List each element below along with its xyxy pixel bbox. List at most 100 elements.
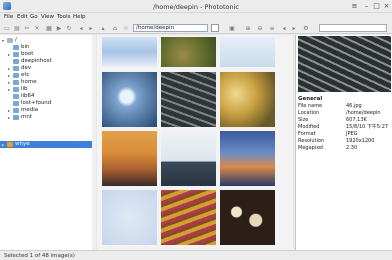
info-value: /home/deepin [346, 110, 381, 116]
cut-icon[interactable]: ✂ [23, 24, 31, 32]
info-key: Megapixel [298, 145, 324, 151]
path-input[interactable]: /home/deepin [133, 24, 208, 32]
expand-icon[interactable]: ▸ [7, 86, 11, 93]
info-row: Format JPEG [298, 131, 392, 138]
tree-item-label: lib [21, 86, 28, 92]
sort-icon[interactable]: ≡ [268, 24, 276, 32]
bookmark-icon[interactable]: ☆ [122, 24, 130, 32]
expand-icon[interactable]: ▸ [7, 65, 11, 72]
info-row: Location/home/deepin [298, 110, 392, 117]
info-value: 2.30 [346, 145, 358, 151]
menu-view[interactable]: View [41, 14, 54, 20]
close-icon[interactable]: × [381, 1, 392, 11]
tree-root[interactable]: ▾ / [0, 37, 92, 44]
menu-tools[interactable]: Tools [57, 14, 71, 20]
tree-item[interactable]: ▸ mnt [0, 114, 92, 121]
thumbnail-clouds[interactable] [102, 37, 157, 67]
info-row: Size 607.13K [298, 117, 392, 124]
tree-item[interactable]: bin [0, 44, 92, 51]
thumbnail-city[interactable] [220, 131, 275, 186]
folder-icon [13, 59, 19, 64]
tree-item[interactable]: ▸ lib [0, 86, 92, 93]
tree-item[interactable]: deepinhost [0, 58, 92, 65]
expand-icon[interactable]: ▸ [7, 51, 11, 58]
search-input[interactable] [319, 24, 387, 32]
thumbnail-bench[interactable] [161, 72, 216, 127]
info-key: Resolution [298, 138, 325, 144]
thumbnail-sky[interactable] [220, 37, 275, 67]
toolbar: ▭ ▤ ✂ ✕ ▦ ▶ ↻ ◂ ▸ ▴ ⌂ ☆ /home/deepin ▣ ⊕… [0, 22, 392, 34]
menu-go[interactable]: Go [30, 14, 38, 20]
tree-scrollbar[interactable] [92, 35, 96, 250]
thumbnail-size-icon[interactable]: ▣ [228, 24, 236, 32]
collapse-icon[interactable]: ▾ [1, 37, 5, 44]
image-preview [298, 36, 391, 92]
expand-icon[interactable]: ▸ [7, 114, 11, 121]
tree-item[interactable]: ▸ etc [0, 72, 92, 79]
title-bar: /home/deepin - Phototonic ≡ – □ × [0, 0, 392, 13]
thumbnail-blossom[interactable] [102, 72, 157, 127]
up-icon[interactable]: ▴ [99, 24, 107, 32]
thumbnail-lanterns[interactable] [220, 190, 275, 245]
info-row: Modified 15/8/10 下午5:27 [298, 124, 392, 131]
expand-icon[interactable]: ▸ [7, 107, 11, 114]
menu-help[interactable]: Help [73, 14, 86, 20]
copy-icon[interactable]: ▤ [13, 24, 21, 32]
expand-icon[interactable]: ▸ [1, 141, 5, 148]
expand-icon[interactable]: ▸ [7, 72, 11, 79]
folder-icon [13, 115, 19, 120]
info-key: Format [298, 131, 316, 137]
thumbnail-tulips[interactable] [161, 190, 216, 245]
drive-icon [7, 38, 13, 43]
zoom-in-icon[interactable]: ⊕ [244, 24, 252, 32]
folder-icon [13, 45, 19, 50]
forward-icon[interactable]: ▸ [87, 24, 95, 32]
tree-item[interactable]: lost+found [0, 100, 92, 107]
delete-icon[interactable]: ✕ [33, 24, 41, 32]
thumbnail-sunset[interactable] [102, 131, 157, 186]
folder-icon [13, 108, 19, 113]
folder-icon [13, 52, 19, 57]
thumbnail-grid [97, 35, 391, 250]
folder-icon [13, 73, 19, 78]
zoom-out-icon[interactable]: ⊖ [256, 24, 264, 32]
next-image-icon[interactable]: ▸ [290, 24, 298, 32]
tree-item[interactable]: ▸ home [0, 79, 92, 86]
menu-icon[interactable]: ≡ [349, 1, 360, 11]
tree-item[interactable]: lib64 [0, 93, 92, 100]
tree-item[interactable]: ▸ boot [0, 51, 92, 58]
window-title: /home/deepin - Phototonic [152, 3, 240, 11]
folder-icon [13, 80, 19, 85]
open-icon[interactable]: ▭ [3, 24, 11, 32]
settings-icon[interactable]: ⚙ [302, 24, 310, 32]
menu-edit[interactable]: Edit [17, 14, 28, 20]
info-key: File name [298, 103, 323, 109]
tree-item[interactable]: ▸ dev [0, 65, 92, 72]
tree-item-label: lib64 [21, 93, 35, 99]
select-all-icon[interactable]: ▦ [45, 24, 53, 32]
tree-item-label: media [21, 107, 39, 113]
info-value: JPEG [346, 131, 358, 137]
folder-icon [7, 142, 13, 147]
info-header: General [298, 96, 323, 102]
home-icon[interactable]: ⌂ [111, 24, 119, 32]
thumbnail-leaf[interactable] [220, 72, 275, 127]
filter-icon[interactable] [211, 24, 219, 32]
tree-item-label: etc [21, 72, 30, 78]
tree-bookmark[interactable]: ▸ whye [0, 141, 92, 148]
folder-icon [13, 87, 19, 92]
folder-icon [13, 94, 19, 99]
info-panel: General File name 46.jpg Location/home/dee… [295, 35, 392, 250]
thumbnail-pier[interactable] [161, 131, 216, 186]
tree-item[interactable]: ▸ media [0, 107, 92, 114]
info-value: 46.jpg [346, 103, 362, 109]
slideshow-icon[interactable]: ▶ [55, 24, 63, 32]
thumbnail-swirl[interactable] [102, 190, 157, 245]
menu-file[interactable]: File [4, 14, 13, 20]
thumbnail-moss[interactable] [161, 37, 216, 67]
menu-bar: File Edit Go View Tools Help [0, 13, 392, 22]
refresh-icon[interactable]: ↻ [65, 24, 73, 32]
prev-image-icon[interactable]: ◂ [280, 24, 288, 32]
expand-icon[interactable]: ▸ [7, 79, 11, 86]
back-icon[interactable]: ◂ [77, 24, 85, 32]
